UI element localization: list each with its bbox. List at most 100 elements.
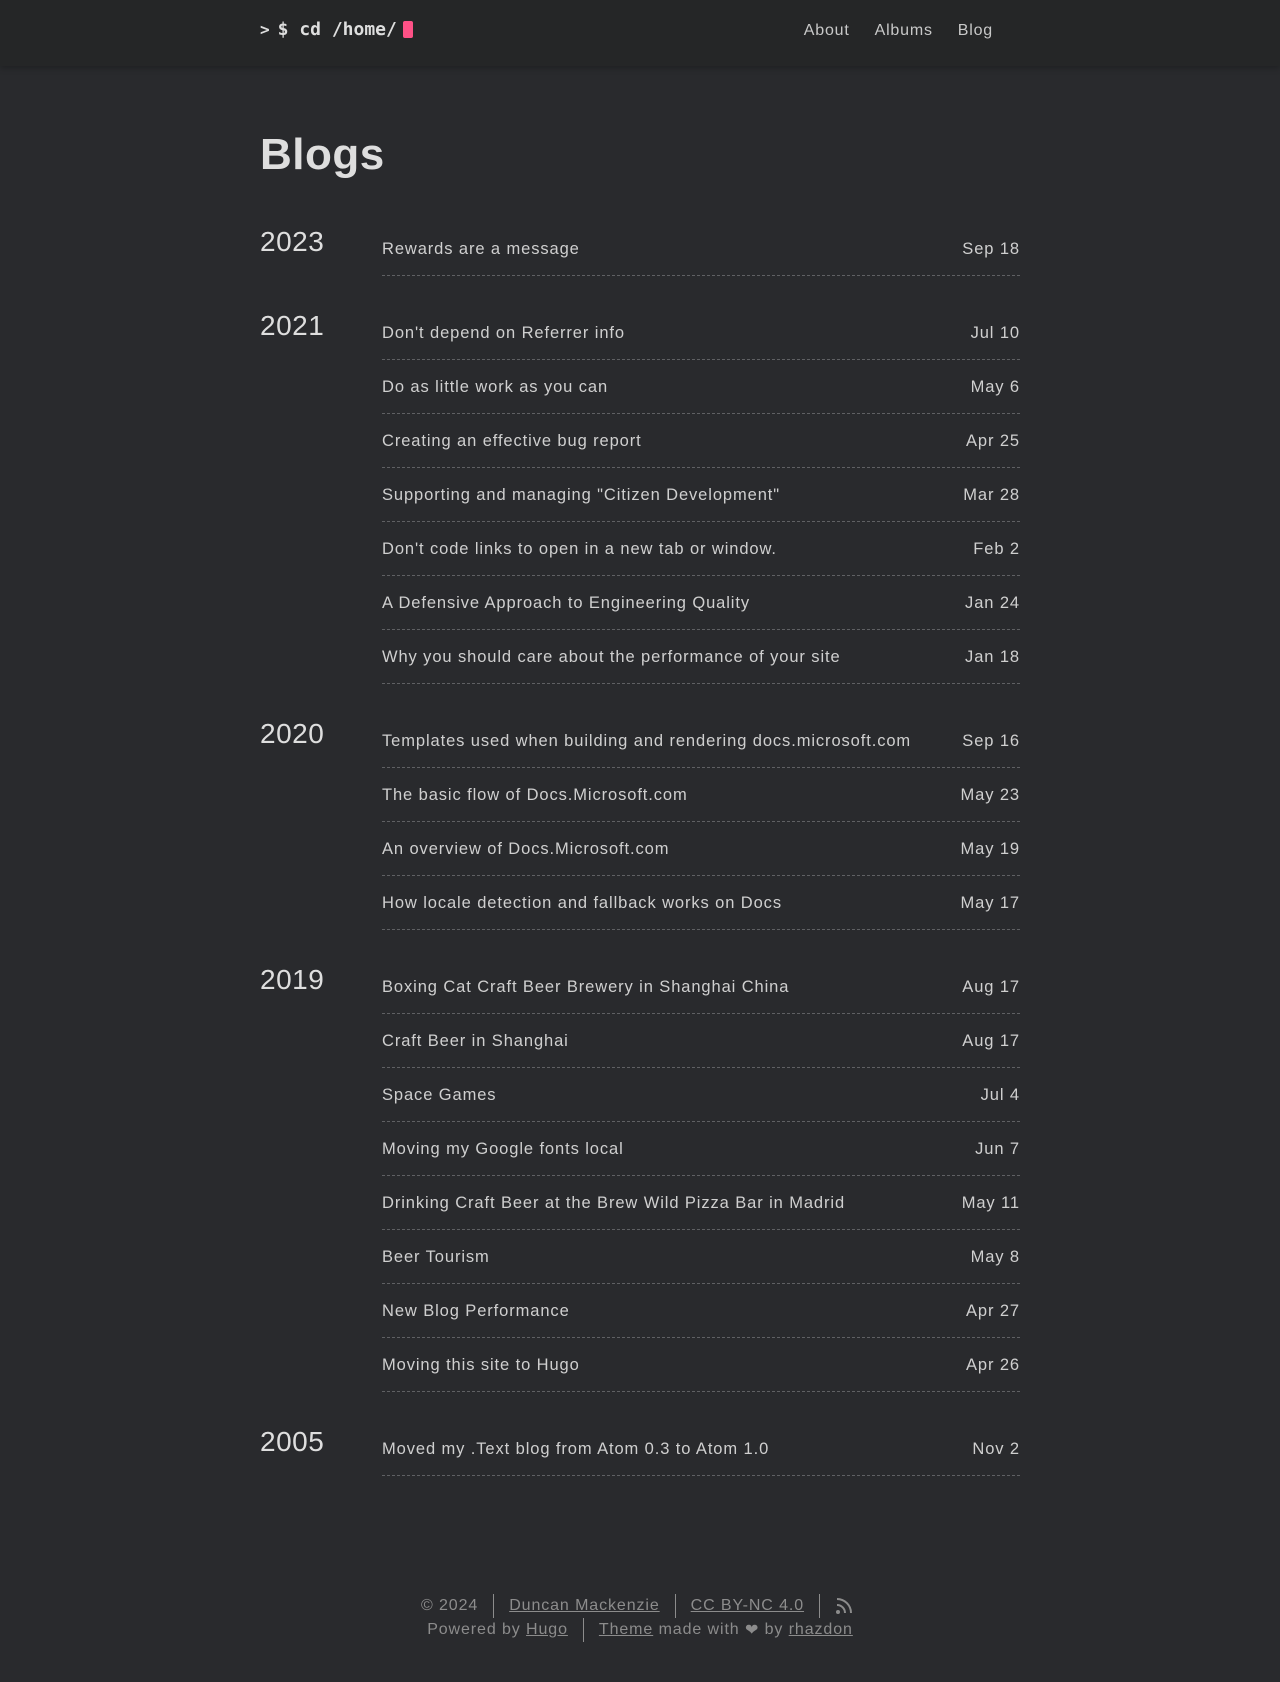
site-header: > $ cd /home/ About Albums Blog [0, 0, 1280, 66]
theme-author-link[interactable]: rhazdon [789, 1621, 853, 1639]
nav-link-blog[interactable]: Blog [958, 22, 993, 40]
year-group: 2023 Rewards are a message Sep 18 [260, 222, 1020, 276]
year-heading: 2023 [260, 226, 325, 257]
post-title-link[interactable]: How locale detection and fallback works … [382, 894, 782, 913]
license-link[interactable]: CC BY-NC 4.0 [691, 1597, 804, 1615]
footer-row-powered: Powered by Hugo Theme made with ❤ by rha… [0, 1618, 1280, 1642]
post-title-link[interactable]: Beer Tourism [382, 1248, 490, 1267]
footer-row-copyright: © 2024 Duncan Mackenzie CC BY-NC 4.0 [0, 1594, 1280, 1618]
post-title-link[interactable]: Don't code links to open in a new tab or… [382, 540, 777, 559]
year-heading: 2019 [260, 964, 325, 995]
post-list: Boxing Cat Craft Beer Brewery in Shangha… [382, 960, 1020, 1392]
page-title: Blogs [260, 130, 385, 179]
copyright-text: © 2024 [420, 1597, 479, 1614]
post-title-link[interactable]: Boxing Cat Craft Beer Brewery in Shangha… [382, 978, 789, 997]
post-title-link[interactable]: Craft Beer in Shanghai [382, 1032, 569, 1051]
post-title-link[interactable]: Supporting and managing "Citizen Develop… [382, 486, 780, 505]
rss-icon[interactable] [835, 1597, 853, 1615]
cursor-icon [402, 21, 413, 38]
post-title-link[interactable]: A Defensive Approach to Engineering Qual… [382, 594, 750, 613]
post-item: A Defensive Approach to Engineering Qual… [382, 576, 1020, 630]
post-title-link[interactable]: Rewards are a message [382, 240, 580, 259]
heart-icon: ❤ [744, 1622, 760, 1639]
post-item: Moved my .Text blog from Atom 0.3 to Ato… [382, 1422, 1020, 1476]
footer-divider [819, 1594, 821, 1618]
theme-link[interactable]: Theme [599, 1621, 653, 1639]
main-nav: About Albums Blog [804, 22, 993, 40]
post-item: Boxing Cat Craft Beer Brewery in Shangha… [382, 960, 1020, 1014]
post-title-link[interactable]: Drinking Craft Beer at the Brew Wild Piz… [382, 1194, 845, 1213]
nav-link-about[interactable]: About [804, 22, 850, 40]
nav-link-albums[interactable]: Albums [875, 22, 933, 40]
post-item: Creating an effective bug report Apr 25 [382, 414, 1020, 468]
author-link[interactable]: Duncan Mackenzie [509, 1597, 659, 1615]
post-title-link[interactable]: Why you should care about the performanc… [382, 648, 841, 667]
year-heading: 2021 [260, 310, 325, 341]
logo-prompt: > [260, 20, 270, 39]
year-group: 2021 Don't depend on Referrer info Jul 10 D… [260, 306, 1020, 684]
footer-divider [674, 1594, 676, 1618]
post-date: May 17 [960, 894, 1020, 912]
post-item: Space Games Jul 4 [382, 1068, 1020, 1122]
site-footer: © 2024 Duncan Mackenzie CC BY-NC 4.0 Pow… [0, 1594, 1280, 1642]
post-date: Jul 4 [980, 1086, 1020, 1104]
powered-by-text: Powered by [427, 1621, 521, 1638]
post-item: Supporting and managing "Citizen Develop… [382, 468, 1020, 522]
post-item: Drinking Craft Beer at the Brew Wild Piz… [382, 1176, 1020, 1230]
year-heading: 2005 [260, 1426, 325, 1457]
post-title-link[interactable]: Don't depend on Referrer info [382, 324, 625, 343]
post-item: Moving this site to Hugo Apr 26 [382, 1338, 1020, 1392]
post-list: Moved my .Text blog from Atom 0.3 to Ato… [382, 1422, 1020, 1476]
post-title-link[interactable]: Space Games [382, 1086, 496, 1105]
post-title-link[interactable]: Moved my .Text blog from Atom 0.3 to Ato… [382, 1440, 769, 1459]
year-heading: 2020 [260, 718, 325, 749]
post-item: New Blog Performance Apr 27 [382, 1284, 1020, 1338]
post-item: An overview of Docs.Microsoft.com May 19 [382, 822, 1020, 876]
footer-divider [493, 1594, 495, 1618]
post-date: Nov 2 [972, 1440, 1020, 1458]
post-item: Rewards are a message Sep 18 [382, 222, 1020, 276]
post-list: Templates used when building and renderi… [382, 714, 1020, 930]
post-title-link[interactable]: Templates used when building and renderi… [382, 732, 911, 751]
year-group: 2020 Templates used when building and ren… [260, 714, 1020, 930]
post-item: Templates used when building and renderi… [382, 714, 1020, 768]
post-title-link[interactable]: New Blog Performance [382, 1302, 570, 1321]
post-date: Sep 16 [962, 732, 1020, 750]
post-date: Apr 27 [965, 1302, 1020, 1320]
post-date: May 23 [960, 786, 1020, 804]
post-date: Aug 17 [962, 978, 1020, 996]
post-date: Jun 7 [975, 1140, 1020, 1158]
post-item: How locale detection and fallback works … [382, 876, 1020, 930]
post-date: May 19 [960, 840, 1020, 858]
post-item: Don't depend on Referrer info Jul 10 [382, 306, 1020, 360]
post-list: Rewards are a message Sep 18 [382, 222, 1020, 276]
post-date: Mar 28 [963, 486, 1020, 504]
post-title-link[interactable]: An overview of Docs.Microsoft.com [382, 840, 669, 859]
year-group: 2005 Moved my .Text blog from Atom 0.3 to… [260, 1422, 1020, 1476]
post-item: The basic flow of Docs.Microsoft.com May … [382, 768, 1020, 822]
site-logo[interactable]: > $ cd /home/ [260, 19, 413, 40]
footer-divider [582, 1618, 584, 1642]
post-title-link[interactable]: The basic flow of Docs.Microsoft.com [382, 786, 688, 805]
post-title-link[interactable]: Creating an effective bug report [382, 432, 642, 451]
post-date: Apr 25 [965, 432, 1020, 450]
post-title-link[interactable]: Moving my Google fonts local [382, 1140, 624, 1159]
post-date: Jan 18 [965, 648, 1020, 666]
post-list: Don't depend on Referrer info Jul 10 Do as… [382, 306, 1020, 684]
year-group: 2019 Boxing Cat Craft Beer Brewery in Sha… [260, 960, 1020, 1392]
post-title-link[interactable]: Moving this site to Hugo [382, 1356, 580, 1375]
post-date: May 11 [961, 1194, 1020, 1212]
post-item: Craft Beer in Shanghai Aug 17 [382, 1014, 1020, 1068]
hugo-link[interactable]: Hugo [526, 1621, 568, 1639]
post-item: Do as little work as you can May 6 [382, 360, 1020, 414]
made-with-text: made with [658, 1621, 740, 1638]
post-date: Jan 24 [965, 594, 1020, 612]
post-title-link[interactable]: Do as little work as you can [382, 378, 608, 397]
logo-text: $ cd /home/ [277, 19, 397, 40]
blog-archive: 2023 Rewards are a message Sep 18 2021 Don't… [260, 222, 1020, 1476]
post-date: Jul 10 [970, 324, 1020, 342]
post-date: Apr 26 [965, 1356, 1020, 1374]
post-date: May 8 [970, 1248, 1020, 1266]
post-date: Feb 2 [973, 540, 1020, 558]
by-text: by [764, 1621, 784, 1638]
